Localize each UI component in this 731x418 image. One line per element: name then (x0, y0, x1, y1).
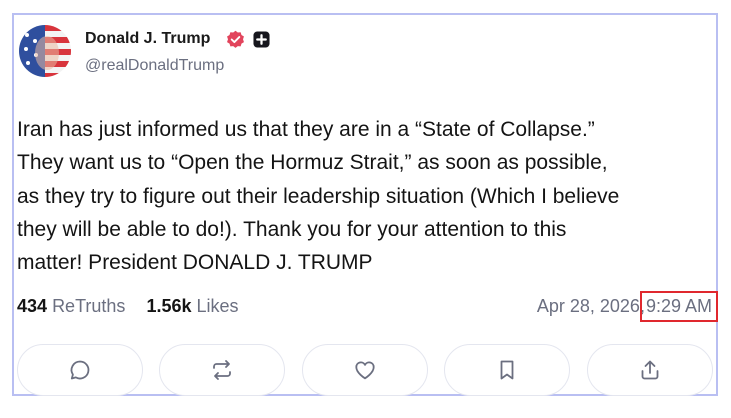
post-text: Iran has just informed us that they are … (17, 118, 620, 275)
like-icon (355, 361, 375, 380)
author-handle[interactable]: @realDonaldTrump (85, 57, 224, 75)
share-button[interactable] (587, 344, 713, 396)
timestamp-time: 9:29 AM (639, 291, 719, 322)
bookmark-icon (500, 360, 514, 380)
reply-icon (70, 360, 90, 380)
verified-badge-icon (227, 30, 244, 48)
retruth-button[interactable] (159, 344, 285, 396)
retruths-count: 434 (17, 296, 48, 316)
author-display-name[interactable]: Donald J. Trump (85, 30, 210, 48)
likes-stat[interactable]: 1.56k Likes (146, 296, 238, 317)
retruth-icon (213, 360, 231, 380)
share-icon (641, 360, 659, 380)
avatar-image (19, 25, 71, 77)
truth-plus-icon (253, 31, 270, 48)
avatar[interactable] (19, 25, 71, 77)
reply-button[interactable] (17, 344, 143, 396)
post-stats: 434 ReTruths 1.56k Likes (17, 296, 239, 317)
timestamp-date: Apr 28, 2026, (536, 296, 645, 316)
retruths-label: ReTruths (52, 296, 126, 316)
retruths-stat[interactable]: 434 ReTruths (17, 296, 125, 317)
like-button[interactable] (302, 344, 428, 396)
likes-count: 1.56k (146, 296, 192, 316)
bookmark-button[interactable] (444, 344, 570, 396)
post-card: Donald J. Trump @realDonaldTrump Iran ha… (12, 13, 719, 396)
post-timestamp[interactable]: Apr 28, 2026,9:29 AM (536, 291, 719, 322)
likes-label: Likes (196, 296, 239, 316)
